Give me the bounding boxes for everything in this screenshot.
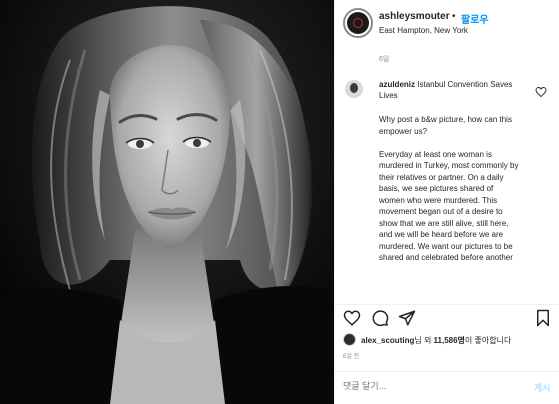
comment-like-heart-icon[interactable] (535, 86, 547, 98)
post-age: 6일 전 (343, 354, 360, 360)
post-sidebar: ashleysmouter • 팔로우 East Hampton, New Yo… (334, 0, 559, 404)
likes-summary: alex_scouting님 외 11,586명이 좋아합니다 (343, 333, 555, 347)
author-username[interactable]: ashleysmouter (379, 11, 450, 22)
heart-icon[interactable] (343, 309, 361, 327)
commenter-avatar[interactable] (345, 80, 363, 98)
likes-middle: 님 외 (414, 336, 434, 345)
likes-text: alex_scouting님 외 11,586명이 좋아합니다 (361, 335, 511, 346)
post-photo[interactable] (0, 0, 334, 404)
comment-input[interactable] (343, 378, 518, 394)
portrait-image (0, 0, 334, 404)
header-separator: • (452, 11, 456, 22)
commenter-username[interactable]: azuldeniz (379, 80, 415, 89)
post-timestamp: 6일 (379, 56, 390, 63)
action-bar (335, 305, 559, 331)
profile-avatar[interactable] (343, 8, 373, 38)
bookmark-icon[interactable] (534, 309, 552, 327)
likes-count[interactable]: 11,586명 (434, 336, 465, 345)
comment-body: Why post a b&w picture, how can this emp… (379, 114, 519, 275)
post-comment-button[interactable]: 게시 (534, 381, 551, 394)
paper-plane-icon[interactable] (398, 309, 416, 327)
comment-paragraph: Everyday at least one woman is murdered … (379, 149, 519, 263)
comment-item: azuldeniz Istanbul Convention Saves Live… (335, 74, 559, 304)
location-link[interactable]: East Hampton, New York (379, 26, 468, 35)
liker-username[interactable]: alex_scouting (361, 336, 414, 345)
avatar-logo (347, 12, 369, 34)
post-header: ashleysmouter • 팔로우 East Hampton, New Yo… (335, 0, 559, 46)
divider (335, 371, 559, 372)
comment-bubble-icon[interactable] (371, 309, 389, 327)
comment-heading: azuldeniz Istanbul Convention Saves Live… (379, 79, 529, 101)
liker-avatar[interactable] (343, 333, 356, 346)
likes-suffix: 이 좋아합니다 (464, 336, 512, 345)
follow-button[interactable]: 팔로우 (461, 11, 489, 26)
comment-paragraph: Why post a b&w picture, how can this emp… (379, 115, 512, 136)
